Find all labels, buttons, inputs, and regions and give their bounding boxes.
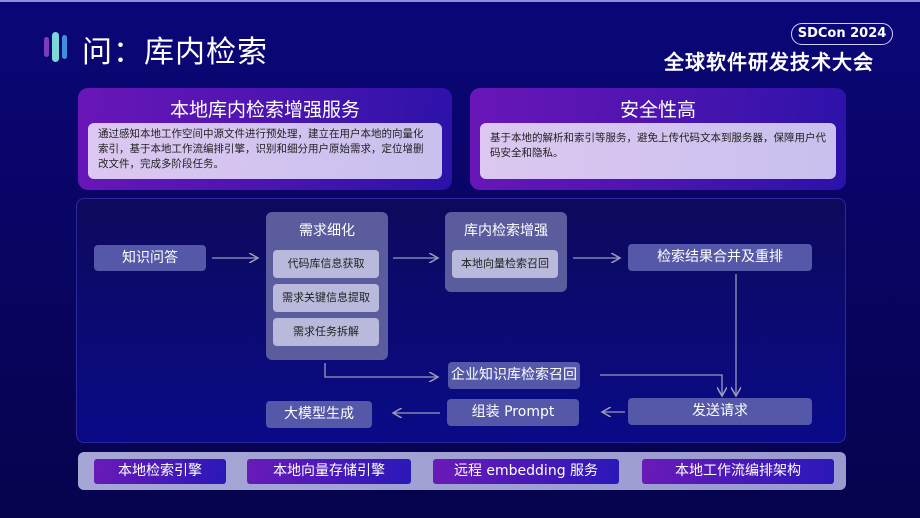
card-local-retrieval: 本地库内检索增强服务 通过感知本地工作空间中源文件进行预处理，建立在用户本地的向… — [78, 88, 452, 190]
node-llm-generate: 大模型生成 — [266, 401, 372, 428]
event-badge: SDCon 2024 — [791, 23, 893, 45]
node-key-info: 需求关键信息提取 — [273, 284, 379, 312]
group-retrieval: 库内检索增强 本地向量检索召回 — [445, 212, 567, 292]
node-vector-recall: 本地向量检索召回 — [452, 250, 558, 278]
card-title: 安全性高 — [619, 99, 696, 121]
card-body: 基于本地的解析和索引等服务，避免上传代码文本到服务器，保障用户代码安全和隐私。 — [480, 123, 836, 179]
pill-remote-embedding: 远程 embedding 服务 — [433, 459, 619, 484]
node-merge-rerank: 检索结果合并及重排 — [628, 244, 812, 271]
top-border — [0, 0, 920, 2]
node-knowledge-qa: 知识问答 — [94, 245, 206, 271]
card-title: 本地库内检索增强服务 — [169, 99, 360, 121]
bottom-bar: 本地检索引擎 本地向量存储引擎 远程 embedding 服务 本地工作流编排架… — [78, 452, 846, 490]
node-repo-info: 代码库信息获取 — [273, 250, 379, 278]
pill-vector-store: 本地向量存储引擎 — [247, 459, 411, 484]
node-task-split: 需求任务拆解 — [273, 318, 379, 346]
group-refine: 需求细化 代码库信息获取 需求关键信息提取 需求任务拆解 — [266, 212, 388, 360]
card-body: 通过感知本地工作空间中源文件进行预处理，建立在用户本地的向量化索引，基于本地工作… — [88, 123, 442, 179]
group-title: 库内检索增强 — [464, 223, 548, 239]
pill-local-search-engine: 本地检索引擎 — [94, 459, 226, 484]
page-title: 问：库内检索 — [82, 35, 268, 70]
event-name: 全球软件研发技术大会 — [664, 50, 874, 74]
group-title: 需求细化 — [299, 223, 355, 239]
card-security: 安全性高 基于本地的解析和索引等服务，避免上传代码文本到服务器，保障用户代码安全… — [470, 88, 846, 190]
node-send-request: 发送请求 — [628, 398, 812, 425]
pill-workflow-arch: 本地工作流编排架构 — [642, 459, 834, 484]
node-assemble-prompt: 组装 Prompt — [447, 399, 579, 426]
node-enterprise-recall: 企业知识库检索召回 — [448, 362, 580, 389]
logo-icon — [44, 32, 70, 62]
